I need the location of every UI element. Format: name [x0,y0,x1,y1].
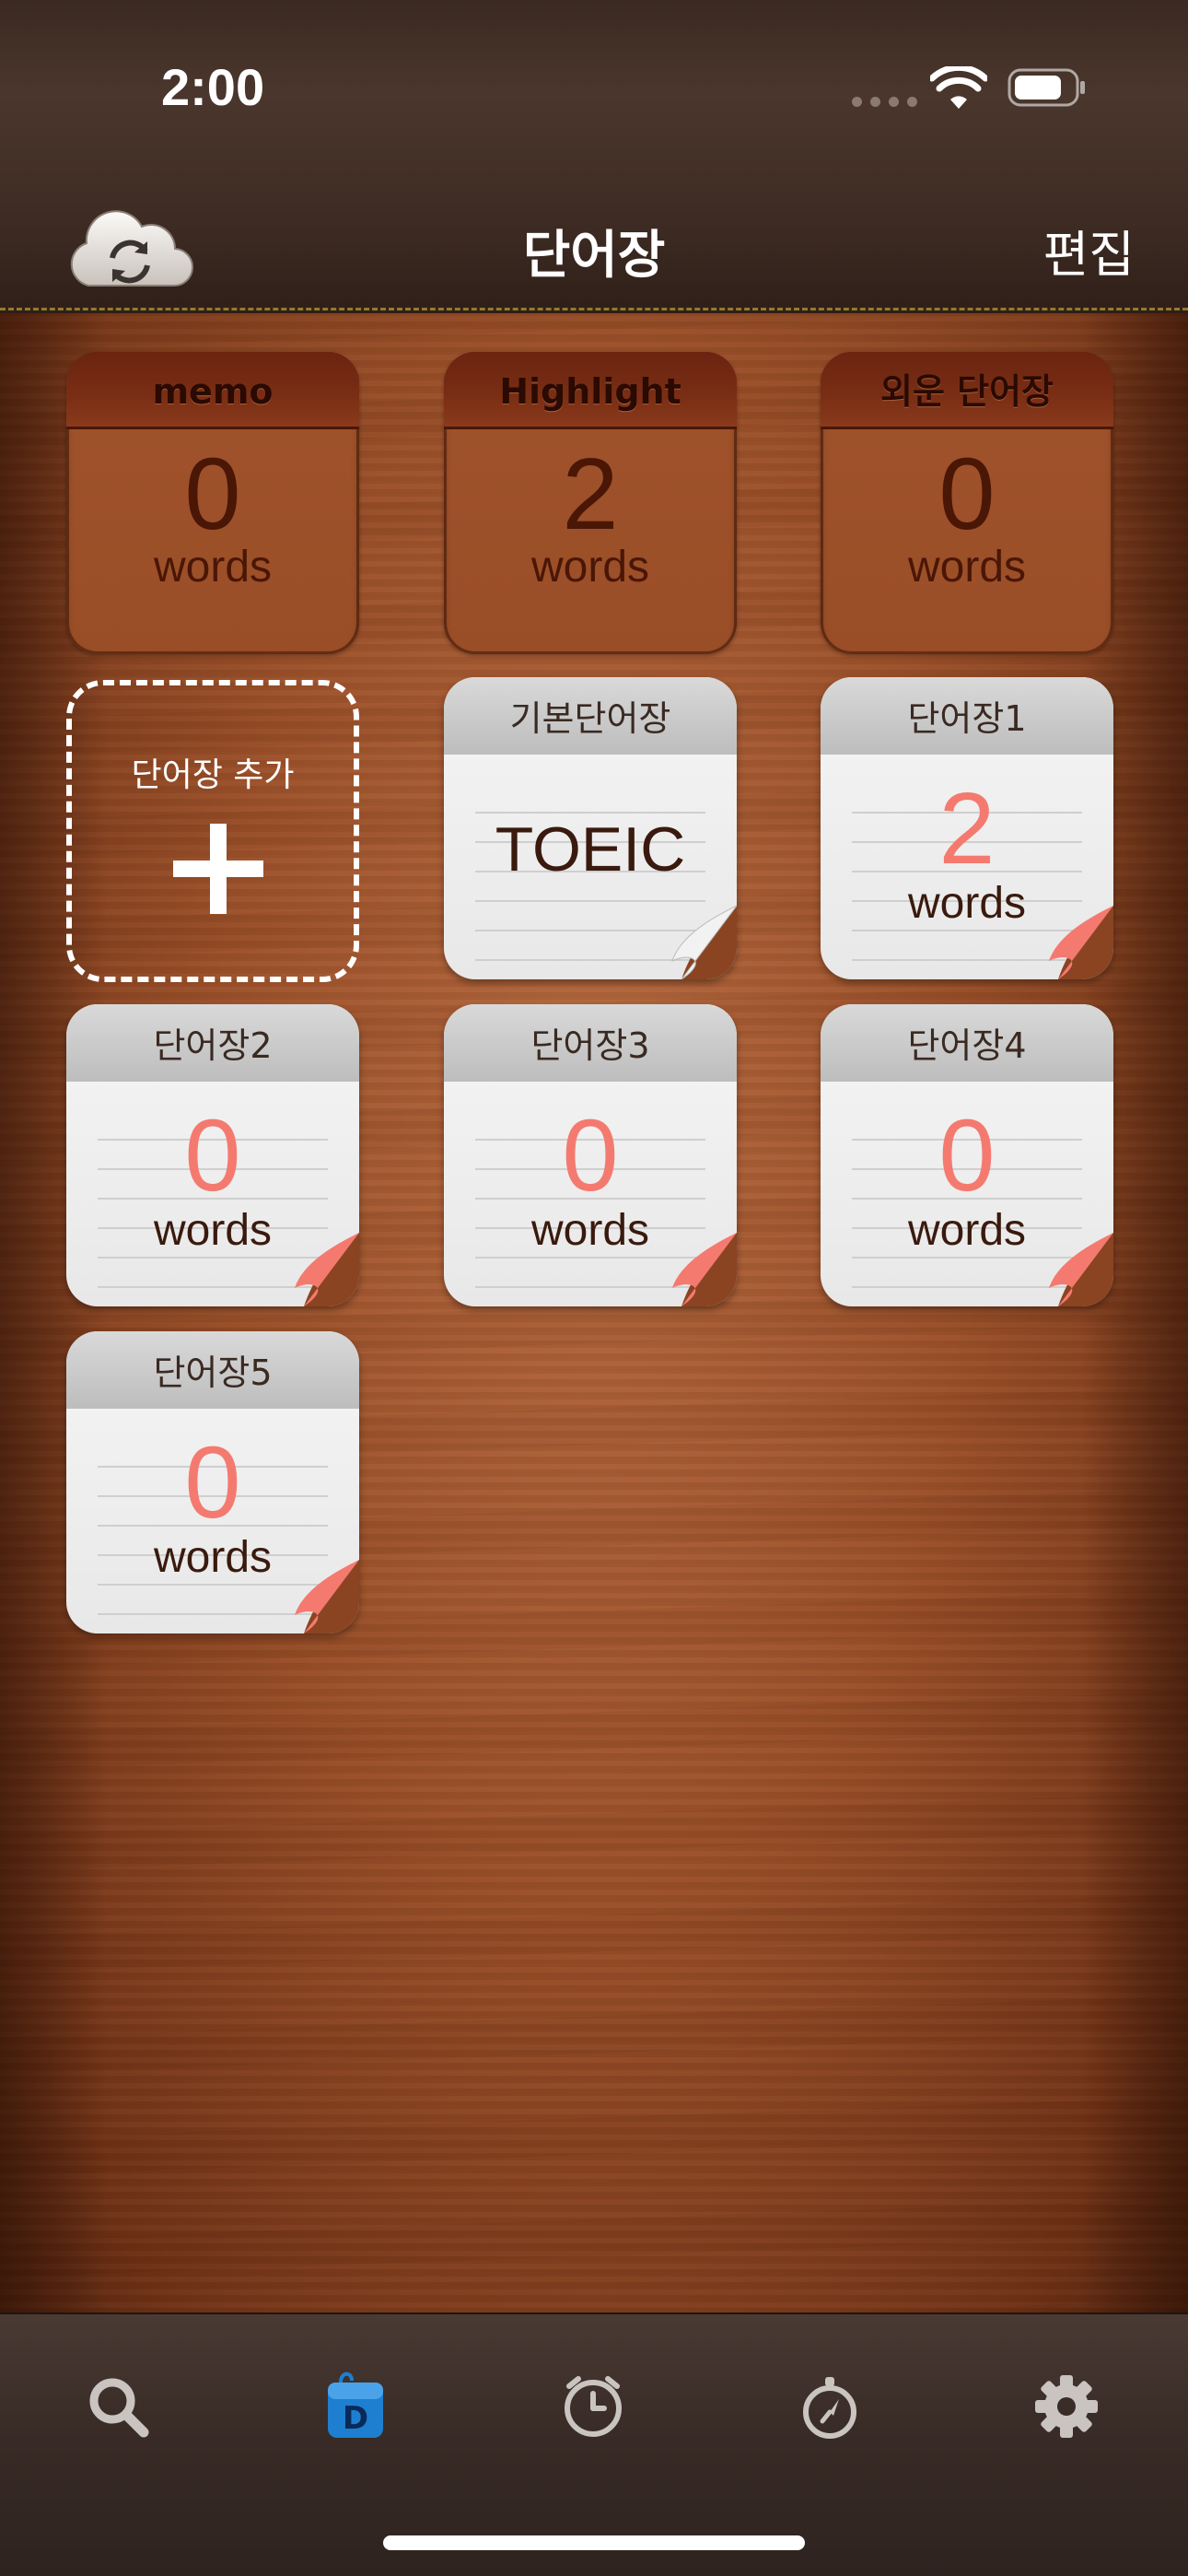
clock-icon[interactable] [556,2370,630,2443]
page-curl-icon [672,1233,737,1306]
wordbook-count: 0 [938,1099,996,1212]
home-indicator[interactable] [383,2535,805,2550]
list-tile-count: 0 [938,438,996,551]
wordbook-tile-default[interactable]: 기본단어장 TOEIC [444,677,737,979]
stopwatch-icon[interactable] [793,2370,867,2443]
header: 2:00 단어장 편집 [0,0,1188,313]
wordbook-tile-2[interactable]: 단어장2 0 words [66,1004,359,1306]
wordbook-title: 단어장4 [821,1004,1113,1082]
list-tile-count: 0 [184,438,241,551]
list-tile-count: 2 [562,438,619,551]
page-curl-icon [1049,1233,1113,1306]
header-stitch-divider [0,308,1188,313]
search-icon[interactable] [81,2370,155,2443]
wordbook-title: 단어장2 [66,1004,359,1082]
wordbook-title: 단어장5 [66,1331,359,1409]
list-tile-title: 외운 단어장 [821,352,1113,429]
page-curl-icon [295,1560,359,1633]
dictionary-icon[interactable]: D [319,2370,392,2443]
wordbook-title: 단어장1 [821,677,1113,755]
wordbook-count: 2 [938,772,996,885]
list-tile-memorized[interactable]: 외운 단어장 0 words [821,352,1113,654]
list-tile-title: memo [66,352,359,429]
list-tile-unit: words [153,543,273,591]
list-tile-highlight[interactable]: Highlight 2 words [444,352,737,654]
plus-icon [173,824,263,914]
wifi-icon [930,66,987,109]
battery-icon [1007,68,1085,107]
cellular-signal-icon [852,97,917,107]
add-wordbook-label: 단어장 추가 [131,756,295,794]
wordbook-count: 0 [562,1099,619,1212]
wordbook-tile-3[interactable]: 단어장3 0 words [444,1004,737,1306]
wordbook-count: 0 [184,1099,241,1212]
wordbook-title: 기본단어장 [444,677,737,755]
edit-button[interactable]: 편집 [1043,214,1135,287]
list-tile-unit: words [907,543,1027,591]
wordbook-content-label: TOEIC [495,814,686,884]
wordbook-title: 단어장3 [444,1004,737,1082]
page-title: 단어장 [522,226,666,286]
page-curl-icon [295,1233,359,1306]
wordbook-tile-4[interactable]: 단어장4 0 words [821,1004,1113,1306]
wordbook-count: 0 [184,1426,241,1540]
gear-icon[interactable] [1030,2370,1103,2443]
list-tile-memo[interactable]: memo 0 words [66,352,359,654]
wordbook-tile-1[interactable]: 단어장1 2 words [821,677,1113,979]
add-wordbook-button[interactable]: 단어장 추가 [66,680,359,982]
page-curl-icon [1049,906,1113,979]
svg-text:D: D [343,2400,368,2437]
list-tile-title: Highlight [444,352,737,429]
list-tile-unit: words [530,543,650,591]
page-curl-icon [671,905,737,979]
status-time: 2:00 [161,58,265,116]
wordbook-tile-5[interactable]: 단어장5 0 words [66,1331,359,1633]
